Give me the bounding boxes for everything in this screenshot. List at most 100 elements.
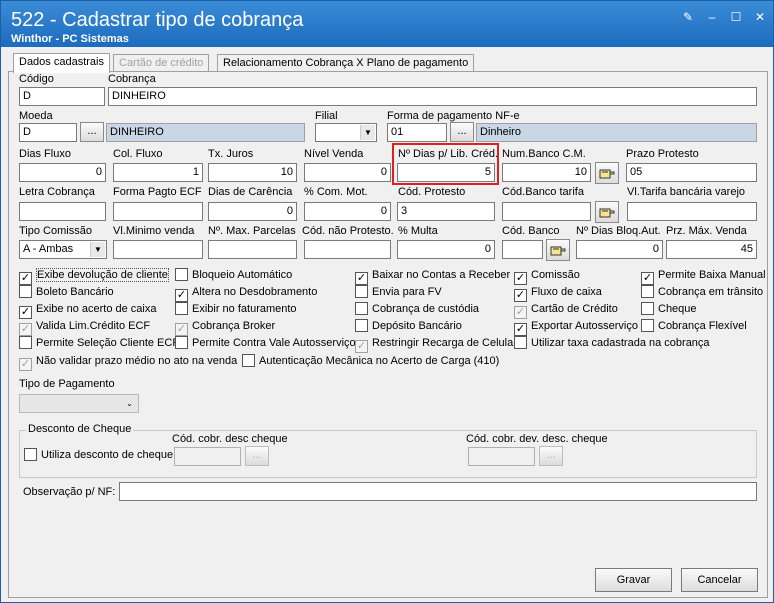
checkbox-nao-validar-prazo: ✓ Não validar prazo médio no ato na venda — [19, 355, 238, 371]
checkbox-exibe-acerto-caixa[interactable]: ✓ Exibe no acerto de caixa — [19, 302, 156, 319]
observacao-label: Observação p/ NF: — [23, 486, 116, 498]
filial-label: Filial — [315, 110, 338, 122]
nivel-venda-input[interactable]: 0 — [304, 163, 391, 182]
col-fluxo-label: Col. Fluxo — [113, 148, 163, 160]
dias-fluxo-input[interactable]: 0 — [19, 163, 106, 182]
checkbox-exibir-faturamento[interactable]: Exibir no faturamento — [175, 302, 297, 316]
cod-banco-input[interactable] — [502, 240, 543, 259]
chevron-down-icon: ▼ — [360, 125, 375, 140]
dias-bloq-aut-input[interactable]: 0 — [576, 240, 663, 259]
prz-max-venda-input[interactable]: 45 — [666, 240, 757, 259]
checkbox-permite-contra-vale[interactable]: Permite Contra Vale Autosserviço — [175, 336, 356, 350]
multa-input[interactable]: 0 — [397, 240, 495, 259]
forma-pag-nfe-description: Dinheiro — [476, 123, 757, 142]
checkbox-exibe-devolucao[interactable]: ✓ Exibe devolução de cliente — [19, 268, 169, 285]
moeda-input[interactable]: D — [19, 123, 77, 142]
cod-banco-tarifa-lookup-button[interactable] — [595, 201, 619, 223]
vl-tarifa-label: Vl.Tarifa bancária varejo — [627, 186, 746, 198]
codigo-input[interactable]: D — [19, 87, 105, 106]
checkbox-cobranca-flexivel[interactable]: Cobrança Flexível — [641, 319, 747, 333]
observacao-input[interactable] — [119, 482, 757, 501]
chevron-down-icon: ⌄ — [122, 396, 137, 411]
cod-desc-cheque-lookup-button: ... — [245, 446, 269, 466]
nivel-venda-label: Nível Venda — [304, 148, 364, 160]
checkbox-comissao[interactable]: ✓ Comissão — [514, 268, 580, 285]
dias-lib-cred-input[interactable]: 5 — [397, 163, 495, 182]
main-window: 522 - Cadastrar tipo de cobrança Winthor… — [0, 0, 774, 603]
check-icon: ✓ — [19, 306, 32, 319]
cod-protesto-label: Cód. Protesto — [398, 186, 466, 198]
cod-desc-cheque-label: Cód. cobr. desc cheque — [172, 433, 288, 445]
cod-banco-tarifa-input[interactable] — [502, 202, 591, 221]
tx-juros-input[interactable]: 10 — [208, 163, 297, 182]
max-parcelas-input[interactable] — [208, 240, 297, 259]
forma-pagto-ecf-label: Forma Pagto ECF — [113, 186, 202, 198]
num-banco-cm-lookup-button[interactable] — [595, 162, 619, 184]
multa-label: % Multa — [398, 225, 438, 237]
edit-icon[interactable]: ✎ — [681, 11, 695, 23]
close-icon[interactable]: ✕ — [753, 11, 767, 23]
tab-panel: Código D Cobrança DINHEIRO Moeda D ... D… — [8, 71, 768, 598]
minimize-icon[interactable]: – — [705, 11, 719, 23]
checkbox-exportar-autosservico[interactable]: ✓ Exportar Autosserviço — [514, 319, 638, 336]
com-mot-input[interactable]: 0 — [304, 202, 391, 221]
checkbox-boleto-bancario[interactable]: Boleto Bancário — [19, 285, 114, 299]
tab-dados-cadastrais[interactable]: Dados cadastrais — [13, 53, 110, 73]
cancel-button[interactable]: Cancelar — [681, 568, 758, 592]
prazo-protesto-label: Prazo Protesto — [626, 148, 699, 160]
checkbox-cobranca-broker: ✓ Cobrança Broker — [175, 320, 276, 336]
moeda-description: DINHEIRO — [106, 123, 305, 142]
cod-dev-cheque-lookup-button: ... — [539, 446, 563, 466]
cod-dev-cheque-label: Cód. cobr. dev. desc. cheque — [466, 433, 608, 445]
maximize-icon[interactable]: ☐ — [729, 11, 743, 23]
chevron-down-icon: ▼ — [90, 242, 105, 257]
checkbox-cobranca-custodia[interactable]: Cobrança de custódia — [355, 302, 479, 316]
desconto-cheque-group: Desconto de Cheque Utiliza desconto de c… — [19, 423, 757, 478]
checkbox-envia-fv[interactable]: Envia para FV — [355, 285, 442, 299]
checkbox-restringir-recarga: ✓ Restringir Recarga de Celular — [355, 337, 517, 353]
col-fluxo-input[interactable]: 1 — [113, 163, 203, 182]
forma-pag-nfe-input[interactable]: 01 — [387, 123, 447, 142]
letra-cobranca-input[interactable] — [19, 202, 106, 221]
checkbox-permite-selecao-cliente[interactable]: Permite Seleção Cliente ECF — [19, 336, 179, 350]
checkbox-permite-baixa-manual[interactable]: ✓ Permite Baixa Manual — [641, 268, 766, 285]
prazo-protesto-input[interactable]: 05 — [626, 163, 757, 182]
checkbox-utilizar-taxa[interactable]: Utilizar taxa cadastrada na cobrança — [514, 336, 710, 350]
forma-pagto-ecf-input[interactable] — [113, 202, 203, 221]
cod-banco-lookup-button[interactable] — [546, 239, 570, 261]
check-icon: ✓ — [514, 289, 527, 302]
dias-carencia-label: Dias de Carência — [208, 186, 293, 198]
checkbox-baixar-contas-receber[interactable]: ✓ Baixar no Contas a Receber — [355, 268, 510, 285]
cod-protesto-input[interactable]: 3 — [397, 202, 495, 221]
vl-minimo-venda-input[interactable] — [113, 240, 203, 259]
cod-nao-protesto-input[interactable] — [304, 240, 391, 259]
tab-relacionamento[interactable]: Relacionamento Cobrança X Plano de pagam… — [217, 54, 475, 72]
tx-juros-label: Tx. Juros — [208, 148, 254, 160]
letra-cobranca-label: Letra Cobrança — [19, 186, 95, 198]
forma-pag-nfe-lookup-button[interactable]: ... — [450, 122, 474, 142]
filial-select[interactable]: ▼ — [315, 123, 377, 142]
checkbox-autenticacao-mecanica[interactable]: Autenticação Mecânica no Acerto de Carga… — [242, 354, 499, 368]
checkbox-altera-desdobramento[interactable]: ✓ Altera no Desdobramento — [175, 285, 317, 302]
moeda-lookup-button[interactable]: ... — [80, 122, 104, 142]
check-icon: ✓ — [514, 272, 527, 285]
checkbox-deposito-bancario[interactable]: Depósito Bancário — [355, 319, 462, 333]
checkbox-fluxo-caixa[interactable]: ✓ Fluxo de caixa — [514, 285, 602, 302]
check-icon: ✓ — [19, 323, 32, 336]
num-banco-cm-input[interactable]: 10 — [502, 163, 591, 182]
tipo-comissao-select[interactable]: A - Ambas ▼ — [19, 240, 107, 259]
prz-max-venda-label: Prz. Máx. Venda — [666, 225, 747, 237]
cobranca-input[interactable]: DINHEIRO — [108, 87, 757, 106]
dias-carencia-input[interactable]: 0 — [208, 202, 297, 221]
check-icon: ✓ — [355, 340, 368, 353]
checkbox-bloqueio-automatico[interactable]: Bloqueio Automático — [175, 268, 292, 282]
tipo-pagamento-select: ⌄ — [19, 394, 139, 413]
dias-bloq-aut-label: Nº Dias Bloq.Aut. — [576, 225, 661, 237]
checkbox-cobranca-transito[interactable]: Cobrança em trânsito — [641, 285, 763, 299]
vl-tarifa-input[interactable] — [627, 202, 757, 221]
checkbox-cheque[interactable]: Cheque — [641, 302, 697, 316]
save-button[interactable]: Gravar — [595, 568, 672, 592]
check-icon: ✓ — [641, 272, 654, 285]
check-icon: ✓ — [514, 323, 527, 336]
checkbox-utiliza-desconto-cheque[interactable]: Utiliza desconto de cheque — [24, 448, 173, 462]
